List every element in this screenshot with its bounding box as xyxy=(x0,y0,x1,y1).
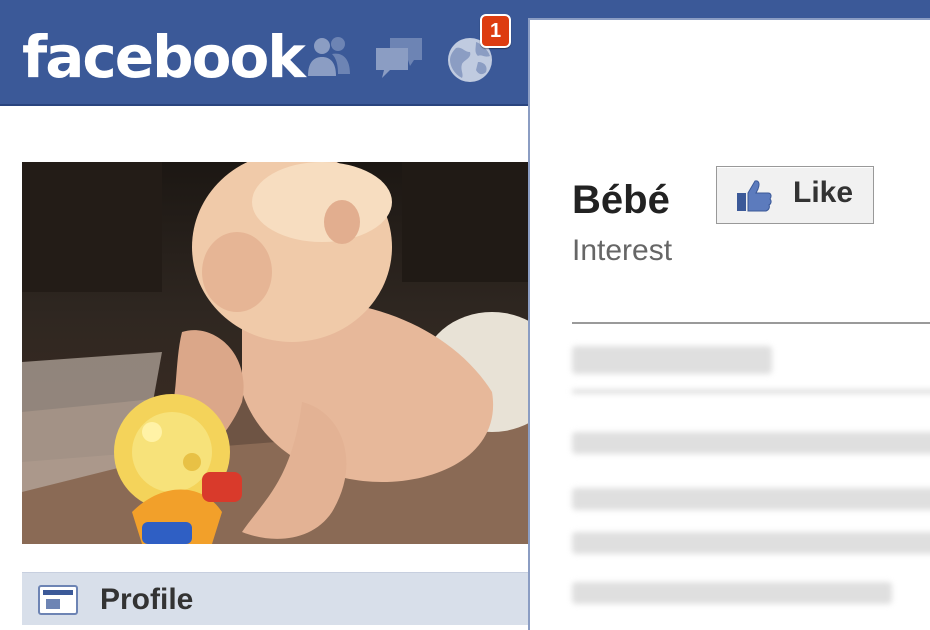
profile-icon xyxy=(38,585,78,615)
page-info-panel: Bébé Like Interest xyxy=(528,18,930,630)
blurred-heading xyxy=(572,346,772,374)
blurred-text-line xyxy=(572,432,930,454)
friend-requests-icon[interactable] xyxy=(302,30,358,86)
blurred-line xyxy=(572,390,930,393)
messages-icon[interactable] xyxy=(372,30,428,86)
divider xyxy=(572,322,930,324)
page-category: Interest xyxy=(572,234,673,267)
facebook-logo[interactable]: facebook xyxy=(22,22,306,92)
like-button[interactable]: Like xyxy=(716,166,874,224)
sidebar-item-label: Profile xyxy=(100,583,194,616)
thumbs-up-icon xyxy=(735,177,773,215)
blurred-text-line xyxy=(572,488,930,510)
like-label: Like xyxy=(793,176,854,209)
page-title: Bébé xyxy=(572,178,670,222)
profile-photo[interactable] xyxy=(22,162,530,544)
blurred-text-line xyxy=(572,582,892,604)
blurred-text-line xyxy=(572,532,930,554)
notification-badge: 1 xyxy=(480,14,511,48)
sidebar-item-profile[interactable]: Profile xyxy=(22,572,530,625)
